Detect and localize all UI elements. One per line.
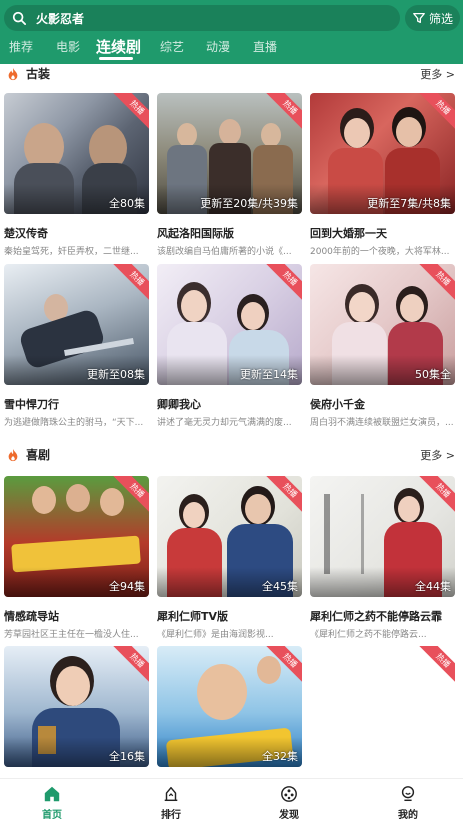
section-header-costume: 古装 更多 > [0, 64, 463, 84]
card-description: 《犀利仁师之药不能停路云... [310, 630, 427, 640]
video-card[interactable]: 热播 更新至14集 卿卿我心 讲述了毫无灵力却元气满满的废... [157, 264, 302, 428]
video-card[interactable]: 热播 全32集 [157, 646, 302, 767]
bottom-navigation: 首页 排行 发现 我的 [0, 778, 463, 819]
video-card[interactable]: 热播 全94集 情感疏导站 芳草园社区王主任在一檐没人住... [4, 476, 149, 640]
tab-recommend[interactable]: 推荐 [9, 38, 33, 55]
card-title: 风起洛阳国际版 [157, 227, 234, 240]
hot-badge: 热播 [111, 646, 149, 687]
nav-home-label: 首页 [42, 810, 62, 819]
app-screen: 火影忍者 筛选 推荐 电影 连续剧 综艺 动漫 直播 古装 更多 > 热播 全8… [0, 0, 463, 819]
nav-discover[interactable]: 发现 [259, 785, 319, 819]
poster-image[interactable]: 热播 全44集 [310, 476, 455, 597]
nav-ranking-label: 排行 [161, 810, 181, 819]
filter-icon [413, 12, 425, 24]
video-card[interactable]: 热播 更新至20集/共39集 风起洛阳国际版 该剧改编自马伯庸所著的小说《... [157, 93, 302, 257]
poster-image[interactable]: 热播 全16集 [4, 646, 149, 767]
poster-image[interactable]: 热播 50集全 [310, 264, 455, 385]
card-description: 2000年前的一个夜晚，大将军林... [310, 247, 450, 257]
video-card[interactable]: 热播 更新至08集 雪中悍刀行 为逃避做隋珠公主的驸马，“天下... [4, 264, 149, 428]
video-card[interactable]: 热播 更新至7集/共8集 回到大婚那一天 2000年前的一个夜晚，大将军林... [310, 93, 455, 257]
episode-count: 更新至20集/共39集 [200, 197, 298, 210]
card-title: 卿卿我心 [157, 398, 201, 411]
episode-count: 50集全 [415, 368, 451, 381]
profile-icon [401, 786, 415, 802]
flame-icon [8, 448, 18, 462]
poster-image[interactable]: 热播 全45集 [157, 476, 302, 597]
card-title: 情感疏导站 [4, 610, 59, 623]
category-tabs: 推荐 电影 连续剧 综艺 动漫 直播 [0, 36, 463, 62]
card-title: 雪中悍刀行 [4, 398, 59, 411]
hot-badge: 热播 [264, 264, 302, 305]
video-card[interactable]: 热播 全44集 犀利仁师之药不能停路云霏 《犀利仁师之药不能停路云... [310, 476, 455, 640]
card-title: 侯府小千金 [310, 398, 365, 411]
poster-image[interactable]: 热播 更新至08集 [4, 264, 149, 385]
episode-count: 全80集 [109, 197, 145, 210]
search-input[interactable]: 火影忍者 [36, 10, 84, 27]
card-description: 《犀利仁师》是由海润影视... [157, 630, 274, 640]
tab-movie[interactable]: 电影 [56, 38, 80, 55]
nav-profile[interactable]: 我的 [378, 785, 438, 819]
nav-discover-label: 发现 [279, 810, 299, 819]
hot-badge: 热播 [417, 646, 455, 687]
card-title: 犀利仁师TV版 [157, 610, 229, 623]
card-description: 秦始皇驾死，奸臣弄权，二世继... [4, 247, 139, 257]
episode-count: 更新至14集 [240, 368, 298, 381]
nav-ranking[interactable]: 排行 [141, 785, 201, 819]
video-card-placeholder: 热播 [310, 646, 455, 767]
hot-badge: 热播 [111, 264, 149, 305]
episode-count: 全32集 [262, 750, 298, 763]
poster-image[interactable]: 热播 全80集 [4, 93, 149, 214]
more-link[interactable]: 更多 > [420, 447, 455, 463]
poster-image[interactable]: 热播 更新至20集/共39集 [157, 93, 302, 214]
card-title: 楚汉传奇 [4, 227, 48, 240]
card-title: 犀利仁师之药不能停路云霏 [310, 610, 442, 623]
poster-image[interactable]: 热播 更新至7集/共8集 [310, 93, 455, 214]
filter-button[interactable]: 筛选 [405, 5, 460, 31]
episode-count: 全16集 [109, 750, 145, 763]
card-description: 为逃避做隋珠公主的驸马，“天下... [4, 418, 144, 428]
poster-placeholder: 热播 [310, 646, 455, 767]
section-title: 古装 [26, 67, 51, 81]
more-link[interactable]: 更多 > [420, 66, 455, 82]
tab-anime[interactable]: 动漫 [206, 38, 230, 55]
search-icon [12, 11, 26, 25]
flame-icon [8, 67, 18, 81]
card-description: 芳草园社区王主任在一檐没人住... [4, 630, 139, 640]
tab-variety[interactable]: 综艺 [160, 38, 184, 55]
poster-image[interactable]: 热播 更新至14集 [157, 264, 302, 385]
episode-count: 全44集 [415, 580, 451, 593]
section-header-comedy: 喜剧 更多 > [0, 445, 463, 465]
video-card[interactable]: 热播 全16集 [4, 646, 149, 767]
poster-image[interactable]: 热播 全32集 [157, 646, 302, 767]
card-title: 回到大婚那一天 [310, 227, 387, 240]
video-card[interactable]: 热播 全80集 楚汉传奇 秦始皇驾死，奸臣弄权，二世继... [4, 93, 149, 257]
filter-label: 筛选 [428, 11, 453, 26]
nav-home[interactable]: 首页 [22, 785, 82, 819]
tab-series[interactable]: 连续剧 [96, 36, 141, 57]
episode-count: 更新至7集/共8集 [367, 197, 451, 210]
search-bar[interactable]: 火影忍者 [4, 5, 400, 31]
poster-image[interactable]: 热播 全94集 [4, 476, 149, 597]
active-tab-indicator [99, 57, 133, 60]
video-card[interactable]: 热播 50集全 侯府小千金 周白羽不满连续被联盟烂女演员，... [310, 264, 455, 428]
episode-count: 更新至08集 [87, 368, 145, 381]
top-header: 火影忍者 筛选 推荐 电影 连续剧 综艺 动漫 直播 [0, 0, 463, 64]
discover-icon [281, 786, 297, 802]
tab-live[interactable]: 直播 [253, 38, 277, 55]
ranking-icon [164, 786, 178, 802]
nav-profile-label: 我的 [398, 810, 418, 819]
video-card[interactable]: 热播 全45集 犀利仁师TV版 《犀利仁师》是由海润影视... [157, 476, 302, 640]
section-title: 喜剧 [26, 448, 51, 462]
episode-count: 全45集 [262, 580, 298, 593]
episode-count: 全94集 [109, 580, 145, 593]
card-description: 讲述了毫无灵力却元气满满的废... [157, 418, 292, 428]
card-description: 周白羽不满连续被联盟烂女演员，... [310, 418, 454, 428]
card-description: 该剧改编自马伯庸所著的小说《... [157, 247, 292, 257]
home-icon [44, 786, 60, 802]
